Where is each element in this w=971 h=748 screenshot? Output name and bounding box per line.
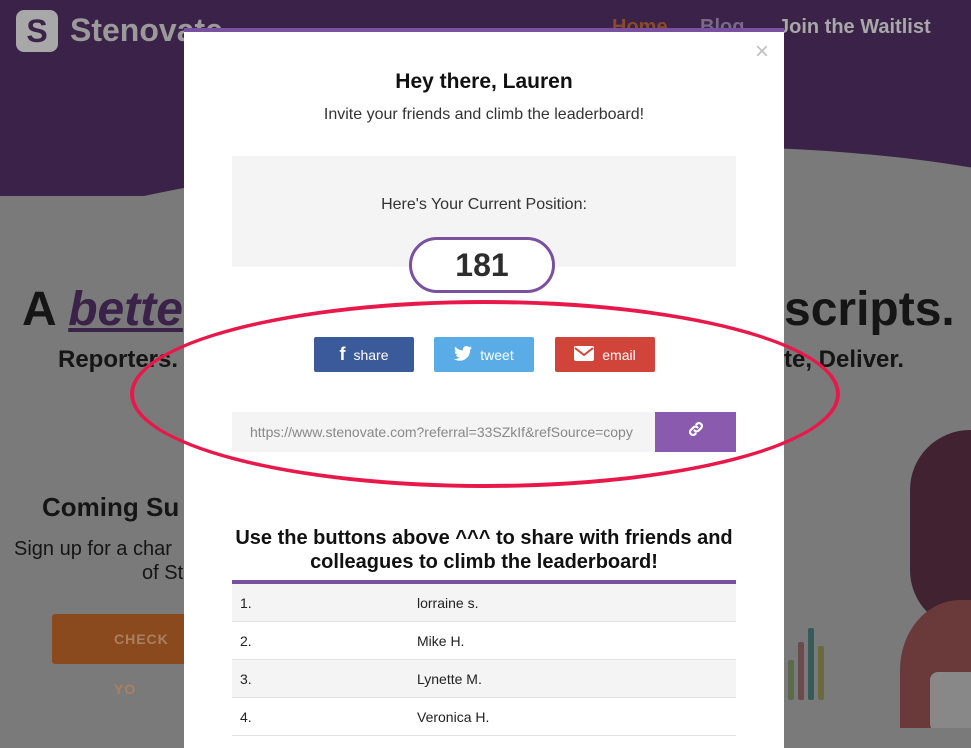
row-rank: 4. xyxy=(240,708,252,725)
row-name: Lynette M. xyxy=(417,670,482,687)
signup-text-line1: Sign up for a char xyxy=(14,538,172,560)
row-rank: 3. xyxy=(240,670,252,687)
leaderboard-title: Use the buttons above ^^^ to share with … xyxy=(235,527,733,573)
hero-sub-left: Reporters. xyxy=(58,346,179,373)
facebook-icon: f xyxy=(339,344,346,364)
position-number: 181 xyxy=(409,237,555,293)
facebook-share-label: share xyxy=(353,346,389,363)
hero-heading-right: scripts. xyxy=(784,283,955,336)
row-name: lorraine s. xyxy=(417,594,479,611)
email-share-button[interactable]: email xyxy=(555,337,655,372)
row-rank: 1. xyxy=(240,594,252,611)
hero-sub-right: te, Deliver. xyxy=(784,346,905,373)
row-rank: 2. xyxy=(240,632,252,649)
copy-link-button[interactable] xyxy=(655,412,736,452)
link-icon xyxy=(687,421,705,442)
position-label: Here's Your Current Position: xyxy=(381,196,587,213)
envelope-icon xyxy=(574,345,595,364)
referral-modal: × Hey there, Lauren Invite your friends … xyxy=(184,28,784,748)
referral-link-field[interactable]: https://www.stenovate.com?referral=33SZk… xyxy=(232,412,655,452)
table-row: 3. Lynette M. xyxy=(232,660,736,698)
facebook-share-button[interactable]: f share xyxy=(314,337,414,372)
hero-emphasis: bette xyxy=(68,283,183,336)
row-name: Mike H. xyxy=(417,632,465,649)
close-icon[interactable]: × xyxy=(755,38,769,66)
table-row: 2. Mike H. xyxy=(232,622,736,660)
hero-start: A xyxy=(22,283,69,336)
illustration-pencils xyxy=(786,620,832,700)
modal-title: Hey there, Lauren xyxy=(395,70,573,93)
email-share-label: email xyxy=(602,346,636,363)
table-row: 1. lorraine s. xyxy=(232,584,736,622)
table-row: 4. Veronica H. xyxy=(232,698,736,736)
coming-soon-heading: Coming Su xyxy=(42,492,180,522)
row-name: Veronica H. xyxy=(417,708,490,725)
nav-waitlist[interactable]: Join the Waitlist xyxy=(778,16,931,39)
twitter-icon xyxy=(454,345,473,364)
leaderboard-table: 1. lorraine s. 2. Mike H. 3. Lynette M. … xyxy=(232,580,736,736)
twitter-tweet-label: tweet xyxy=(480,346,514,363)
hero-heading-left: A bette xyxy=(22,282,183,337)
twitter-tweet-button[interactable]: tweet xyxy=(434,337,534,372)
logo-icon[interactable]: S xyxy=(16,10,58,52)
signup-text-line2: of St xyxy=(142,562,184,584)
check-button[interactable]: CHECK YO xyxy=(52,614,192,697)
illustration-desk xyxy=(930,672,971,728)
modal-subtitle: Invite your friends and climb the leader… xyxy=(323,106,645,123)
